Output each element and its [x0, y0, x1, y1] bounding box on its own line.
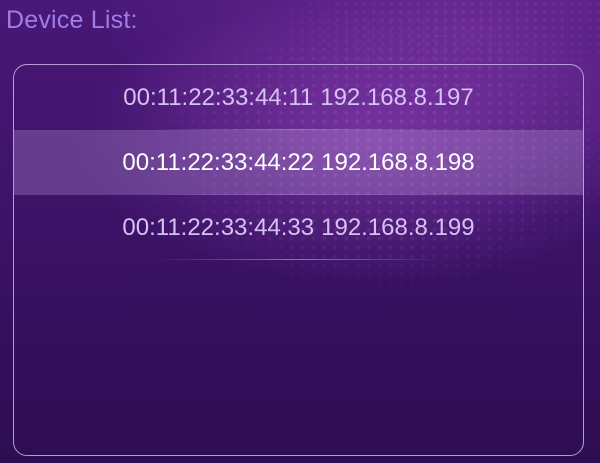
- device-list-item[interactable]: 00:11:22:33:44:11 192.168.8.197: [14, 65, 583, 130]
- device-ip-address: 192.168.8.199: [321, 213, 475, 241]
- device-mac-address: 00:11:22:33:44:11: [123, 83, 314, 111]
- device-list-item[interactable]: 00:11:22:33:44:33 192.168.8.199: [14, 195, 583, 260]
- device-mac-address: 00:11:22:33:44:22: [122, 148, 315, 176]
- page-title: Device List:: [6, 6, 138, 34]
- device-ip-address: 192.168.8.198: [321, 148, 475, 176]
- device-ip-address: 192.168.8.197: [320, 83, 474, 111]
- device-list[interactable]: 00:11:22:33:44:11 192.168.8.197 00:11:22…: [13, 64, 584, 456]
- device-mac-address: 00:11:22:33:44:33: [122, 213, 315, 241]
- device-list-item-selected[interactable]: 00:11:22:33:44:22 192.168.8.198: [14, 130, 583, 195]
